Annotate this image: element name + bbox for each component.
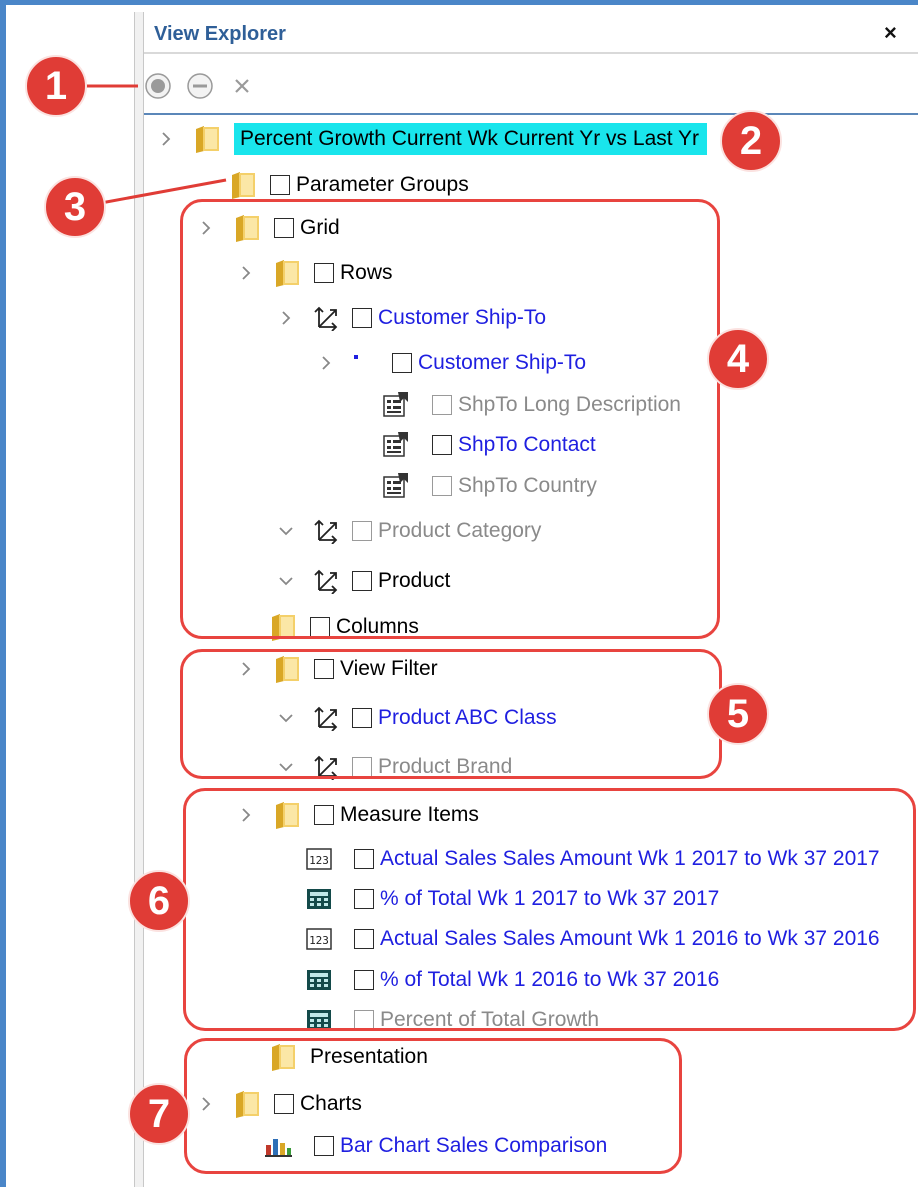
callout-badge-2: 2 xyxy=(720,110,782,172)
callout-badge-3: 3 xyxy=(44,176,106,238)
callout-badge-4: 4 xyxy=(707,328,769,390)
callout-badge-7: 7 xyxy=(128,1083,190,1145)
callout-badge-1: 1 xyxy=(25,55,87,117)
callout-badge-5: 5 xyxy=(707,683,769,745)
callout-badge-6: 6 xyxy=(128,870,190,932)
callout-leader-lines xyxy=(86,84,227,207)
